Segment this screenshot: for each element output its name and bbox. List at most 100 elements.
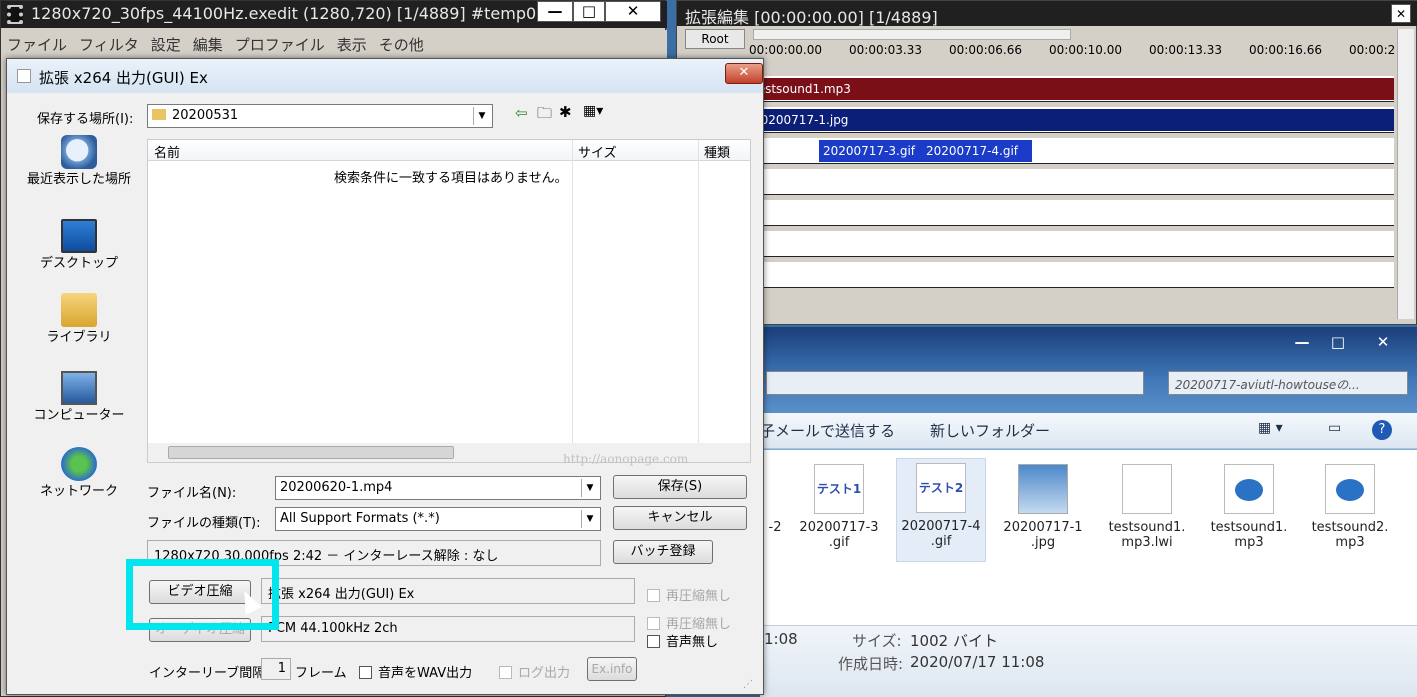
menu-edit[interactable]: 編集 xyxy=(187,30,229,59)
dialog-file-list[interactable]: 名前 サイズ 種類 検索条件に一致する項目はありません。 xyxy=(147,139,751,463)
menu-other[interactable]: その他 xyxy=(373,30,430,59)
app-icon xyxy=(17,69,31,83)
timeline-layer[interactable] xyxy=(749,262,1394,288)
time-ruler[interactable]: 00:00:00.00 00:00:03.33 00:00:06.66 00:0… xyxy=(749,40,1399,64)
menu-profile[interactable]: プロファイル xyxy=(229,30,331,59)
place-libraries[interactable]: ライブラリ xyxy=(23,293,135,345)
filename-input[interactable]: 20200620-1.mp4 ▼ xyxy=(275,476,601,500)
timeline-close-button[interactable]: ✕ xyxy=(1391,4,1411,23)
close-button[interactable]: ✕ xyxy=(605,1,661,22)
menu-file[interactable]: ファイル xyxy=(1,30,73,59)
back-arrow-icon[interactable]: ⇦ xyxy=(515,104,528,122)
timeline-layer[interactable] xyxy=(749,169,1394,195)
gif-clip[interactable]: 20200717-3.gif xyxy=(819,140,922,162)
no-audio-checkbox[interactable]: 音声無し xyxy=(647,631,718,650)
checkbox-label: ログ出力 xyxy=(518,666,571,681)
root-button[interactable]: Root xyxy=(685,29,745,49)
checkbox-label: 音声無し xyxy=(666,635,719,650)
wav-output-checkbox[interactable]: 音声をWAV出力 xyxy=(359,662,472,681)
address-bar[interactable] xyxy=(766,371,1144,395)
no-recompress-audio-checkbox[interactable]: 再圧縮無し xyxy=(647,613,731,632)
file-item[interactable]: テスト1 20200717-3 .gif xyxy=(794,460,884,550)
libraries-icon xyxy=(61,293,97,327)
no-recompress-video-checkbox[interactable]: 再圧縮無し xyxy=(647,585,731,604)
preview-pane-icon[interactable]: ▭ xyxy=(1328,420,1341,436)
tick-label: 00:00:03.33 xyxy=(849,43,922,57)
main-title-bar[interactable]: 1280x720_30fps_44100Hz.exedit (1280,720)… xyxy=(1,1,667,28)
save-button[interactable]: 保存(S) xyxy=(613,475,747,499)
chevron-down-icon[interactable]: ▼ xyxy=(581,479,598,497)
column-type[interactable]: 種類 xyxy=(704,142,730,161)
exinfo-button[interactable]: Ex.info xyxy=(587,657,637,681)
search-box[interactable]: 20200717-aviutl-howtouseの... xyxy=(1168,371,1408,395)
dialog-title-bar[interactable]: 拡張 x264 出力(GUI) Ex ✕ xyxy=(7,59,763,93)
column-name[interactable]: 名前 xyxy=(154,142,180,161)
chevron-down-icon: ▼ xyxy=(473,107,490,125)
gif-clip[interactable]: 20200717-4.gif xyxy=(922,140,1032,162)
explorer-toolbar: 子メールで送信する 新しいフォルダー ▦ ▾ ▭ ? xyxy=(760,413,1417,449)
new-folder-icon[interactable]: ✱ xyxy=(559,103,572,121)
size-label: サイズ: xyxy=(852,632,902,650)
help-icon[interactable]: ? xyxy=(1372,420,1392,440)
tick-label: 00:00:16.66 xyxy=(1249,43,1322,57)
timeline-layer[interactable]: 20200717-1.jpg xyxy=(749,107,1394,133)
checkbox-label: 音声をWAV出力 xyxy=(378,666,473,681)
place-recent[interactable]: 最近表示した場所 xyxy=(23,135,135,187)
place-label: デスクトップ xyxy=(39,256,118,271)
save-in-combo[interactable]: 20200531 ▼ xyxy=(147,104,493,128)
menu-view[interactable]: 表示 xyxy=(331,30,373,59)
explorer-maximize-button[interactable]: □ xyxy=(1322,333,1354,354)
view-options-icon[interactable]: ▦ ▾ xyxy=(1258,420,1283,436)
column-divider xyxy=(572,140,573,443)
file-name: testsound2. mp3 xyxy=(1311,520,1389,550)
timeline-layer[interactable]: testsound1.mp3 xyxy=(749,76,1394,102)
timeline-vscrollbar[interactable] xyxy=(1397,29,1414,319)
image-clip[interactable]: 20200717-1.jpg xyxy=(749,109,1394,131)
timeline-hscrollbar[interactable] xyxy=(753,29,1071,40)
column-size[interactable]: サイズ xyxy=(578,142,617,161)
file-item[interactable]: testsound1. mp3.lwi xyxy=(1102,460,1192,550)
places-bar: 最近表示した場所 デスクトップ ライブラリ コンピューター ネットワーク xyxy=(23,135,135,515)
timeline-layer[interactable] xyxy=(749,200,1394,226)
explorer-close-button[interactable]: ✕ xyxy=(1360,333,1406,354)
resize-grip-icon[interactable]: ⋰ xyxy=(743,679,759,693)
log-output-checkbox[interactable]: ログ出力 xyxy=(499,662,570,681)
minimize-button[interactable]: — xyxy=(537,1,573,22)
dialog-title: 拡張 x264 出力(GUI) Ex xyxy=(39,69,208,87)
email-button[interactable]: 子メールで送信する xyxy=(760,420,895,441)
file-item-selected[interactable]: テスト2 20200717-4 .gif xyxy=(896,458,986,562)
interleave-input[interactable]: 1 xyxy=(261,658,291,680)
timeline-layer[interactable]: 20200717-3.gif 20200717-4.gif xyxy=(749,138,1394,164)
place-desktop[interactable]: デスクトップ xyxy=(23,219,135,271)
file-item[interactable]: testsound2. mp3 xyxy=(1305,460,1395,550)
audio-clip[interactable]: testsound1.mp3 xyxy=(749,78,1394,100)
timeline-layer[interactable] xyxy=(749,231,1394,257)
menu-filter[interactable]: フィルタ xyxy=(73,30,145,59)
frames-label: フレーム xyxy=(295,666,347,681)
view-menu-icon[interactable]: ▦▾ xyxy=(583,103,603,119)
maximize-button[interactable]: □ xyxy=(573,1,605,22)
up-folder-icon[interactable]: 🗀 xyxy=(537,103,552,128)
cancel-button[interactable]: キャンセル xyxy=(613,506,747,530)
timeline-title-bar[interactable]: 拡張編集 [00:00:00.00] [1/4889] ✕ xyxy=(677,1,1417,27)
batch-register-button[interactable]: バッチ登録 xyxy=(613,540,713,564)
watermark: http://aonopage.com xyxy=(563,452,689,466)
filetype-select[interactable]: All Support Formats (*.*) ▼ xyxy=(275,507,601,531)
audio-file-icon xyxy=(1224,464,1274,514)
file-item[interactable]: testsound1. mp3 xyxy=(1204,460,1294,550)
file-item[interactable]: 20200717-1 .jpg xyxy=(998,460,1088,550)
chevron-down-icon[interactable]: ▼ xyxy=(581,510,598,528)
place-computer[interactable]: コンピューター xyxy=(23,371,135,423)
new-folder-button[interactable]: 新しいフォルダー xyxy=(930,420,1050,441)
film-icon xyxy=(7,5,23,24)
size-value: 1002 バイト xyxy=(910,632,998,650)
computer-icon xyxy=(61,371,97,405)
dialog-close-button[interactable]: ✕ xyxy=(725,63,763,84)
checkbox-label: 再圧縮無し xyxy=(666,617,732,632)
filetype-value: All Support Formats (*.*) xyxy=(280,511,440,526)
place-network[interactable]: ネットワーク xyxy=(23,447,135,499)
explorer-minimize-button[interactable]: — xyxy=(1282,333,1322,354)
scroll-thumb[interactable] xyxy=(168,446,454,459)
menu-settings[interactable]: 設定 xyxy=(145,30,187,59)
folder-icon xyxy=(152,109,166,120)
